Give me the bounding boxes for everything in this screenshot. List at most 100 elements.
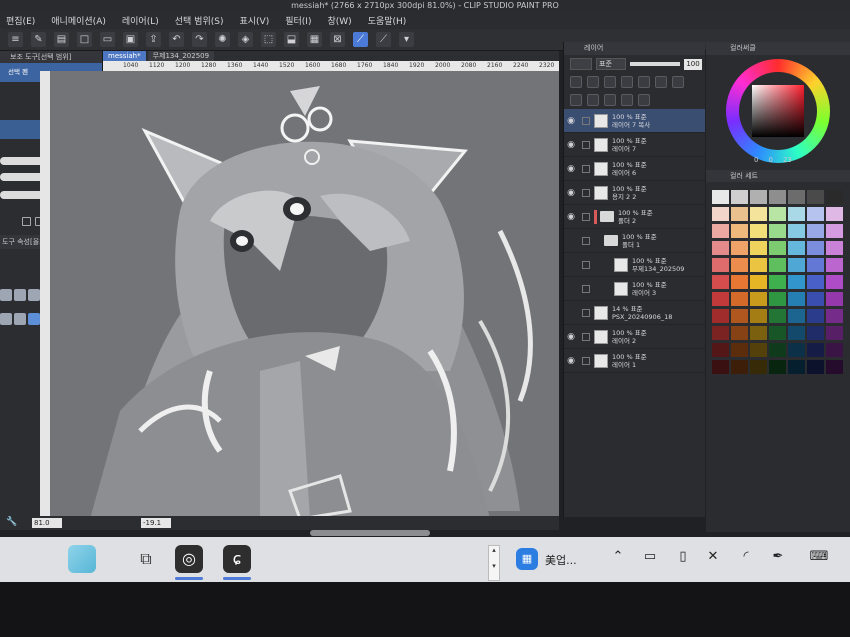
color-swatch[interactable] (788, 224, 805, 238)
layer-lock-checkbox[interactable] (582, 260, 590, 269)
settings-icon[interactable]: ✺ (215, 32, 230, 47)
color-swatch[interactable] (807, 258, 824, 272)
layer-lock-checkbox[interactable] (582, 236, 590, 245)
eye-icon[interactable]: ◉ (564, 356, 578, 366)
layer-lock-checkbox[interactable] (582, 116, 590, 125)
mode-button[interactable] (0, 289, 12, 301)
color-swatch[interactable] (769, 258, 786, 272)
color-swatch[interactable] (826, 343, 843, 357)
color-swatch[interactable] (769, 360, 786, 374)
color-swatch[interactable] (712, 241, 729, 255)
battery-icon[interactable]: ▭ (642, 549, 658, 565)
phone-icon[interactable]: ▯ (675, 549, 691, 565)
eye-icon[interactable]: ◉ (564, 212, 578, 222)
layer-row[interactable]: ◉ 100 % 표준 레이어 1 (564, 349, 705, 373)
color-swatch[interactable] (826, 224, 843, 238)
color-swatch[interactable] (788, 326, 805, 340)
color-swatch[interactable] (750, 207, 767, 221)
eye-icon[interactable]: ◉ (564, 188, 578, 198)
color-swatch[interactable] (750, 343, 767, 357)
deselect-icon[interactable]: ⊠ (330, 32, 345, 47)
menu-icon[interactable]: ≡ (8, 32, 23, 47)
fill-icon[interactable]: ◈ (238, 32, 253, 47)
color-swatch[interactable] (826, 326, 843, 340)
color-swatch[interactable] (788, 241, 805, 255)
color-swatch[interactable] (750, 292, 767, 306)
color-swatch[interactable] (788, 360, 805, 374)
rotation-field[interactable]: -19.1 (141, 518, 171, 528)
color-swatch[interactable] (731, 292, 748, 306)
color-swatch[interactable] (750, 275, 767, 289)
color-swatch[interactable] (731, 258, 748, 272)
mode-button[interactable] (14, 289, 26, 301)
redo-icon[interactable]: ↷ (192, 32, 207, 47)
menu-item[interactable]: 창(W) (327, 14, 351, 27)
delete-layer-icon[interactable] (638, 93, 650, 106)
layer-row[interactable]: ◉ 100 % 표준 레이어 2 (564, 325, 705, 349)
zoom-field[interactable]: 81.0 (32, 518, 62, 528)
layer-tool-icon[interactable] (638, 76, 650, 88)
taskbar-scroll-icon[interactable]: ▴ ▾ (488, 545, 500, 581)
color-swatch[interactable] (712, 190, 729, 204)
layer-icon[interactable]: ▤ (54, 32, 69, 47)
color-swatch[interactable] (712, 309, 729, 323)
menu-item[interactable]: 필터(I) (285, 14, 311, 27)
menu-item[interactable]: 편집(E) (6, 14, 35, 27)
saturation-value-square[interactable] (752, 85, 804, 137)
widget-icon[interactable]: ▦ (516, 548, 538, 570)
color-swatch[interactable] (769, 207, 786, 221)
color-swatch[interactable] (731, 241, 748, 255)
color-swatch[interactable] (788, 207, 805, 221)
layer-row[interactable]: ◉ 100 % 표준 용지 2 2 (564, 181, 705, 205)
menu-item[interactable]: 애니메이션(A) (51, 14, 106, 27)
color-swatch[interactable] (807, 241, 824, 255)
color-swatch[interactable] (826, 275, 843, 289)
layer-lock-checkbox[interactable] (582, 308, 590, 317)
grid-icon[interactable]: ▦ (307, 32, 322, 47)
document-tab[interactable]: messiah* (103, 51, 146, 61)
color-swatch[interactable] (731, 275, 748, 289)
color-swatch[interactable] (788, 190, 805, 204)
color-swatch[interactable] (750, 326, 767, 340)
layer-row[interactable]: ◉ 100 % 표준 레이어 7 (564, 133, 705, 157)
eye-icon[interactable]: ◉ (564, 140, 578, 150)
blend-mode-select[interactable]: 표준 (596, 58, 626, 70)
color-swatch[interactable] (731, 207, 748, 221)
color-swatch[interactable] (712, 326, 729, 340)
color-swatch[interactable] (807, 292, 824, 306)
layer-color-box[interactable] (570, 58, 592, 70)
dragon-wallpaper-icon[interactable] (68, 545, 96, 573)
color-swatch[interactable] (750, 309, 767, 323)
color-swatch[interactable] (788, 309, 805, 323)
color-swatch[interactable] (769, 190, 786, 204)
layer-lock-checkbox[interactable] (582, 284, 590, 293)
keyboard-icon[interactable]: ⌨ (808, 549, 830, 565)
color-swatch[interactable] (807, 224, 824, 238)
layer-lock-checkbox[interactable] (582, 332, 590, 341)
color-swatch[interactable] (712, 292, 729, 306)
document-tab[interactable]: 무제134_202509 (147, 51, 215, 61)
color-swatch[interactable] (826, 360, 843, 374)
color-swatch[interactable] (807, 309, 824, 323)
color-swatch[interactable] (826, 309, 843, 323)
clip-studio-app-icon[interactable]: ◎ (175, 545, 203, 573)
export-icon[interactable]: ⇪ (146, 32, 161, 47)
pen-icon[interactable]: ✒ (770, 549, 786, 565)
clip-studio-paint-icon[interactable]: ɕ (223, 545, 251, 573)
color-swatch[interactable] (769, 241, 786, 255)
layer-tool-icon[interactable] (604, 76, 616, 88)
color-swatch[interactable] (712, 207, 729, 221)
eye-icon[interactable]: ◉ (564, 116, 578, 126)
color-swatch[interactable] (750, 190, 767, 204)
layer-tool-icon[interactable] (621, 76, 633, 88)
snap-icon[interactable]: ⟋ (376, 32, 391, 47)
layer-lock-checkbox[interactable] (582, 164, 590, 173)
layer-row[interactable]: ◉ 100 % 표준 레이어 7 복사 (564, 109, 705, 133)
brush-icon[interactable]: ✎ (31, 32, 46, 47)
color-swatch[interactable] (712, 258, 729, 272)
color-swatch[interactable] (826, 292, 843, 306)
color-swatch[interactable] (788, 258, 805, 272)
new-layer-icon[interactable] (672, 76, 684, 88)
layer-row[interactable]: 100 % 표준 레이어 3 (564, 277, 705, 301)
color-swatch[interactable] (807, 275, 824, 289)
